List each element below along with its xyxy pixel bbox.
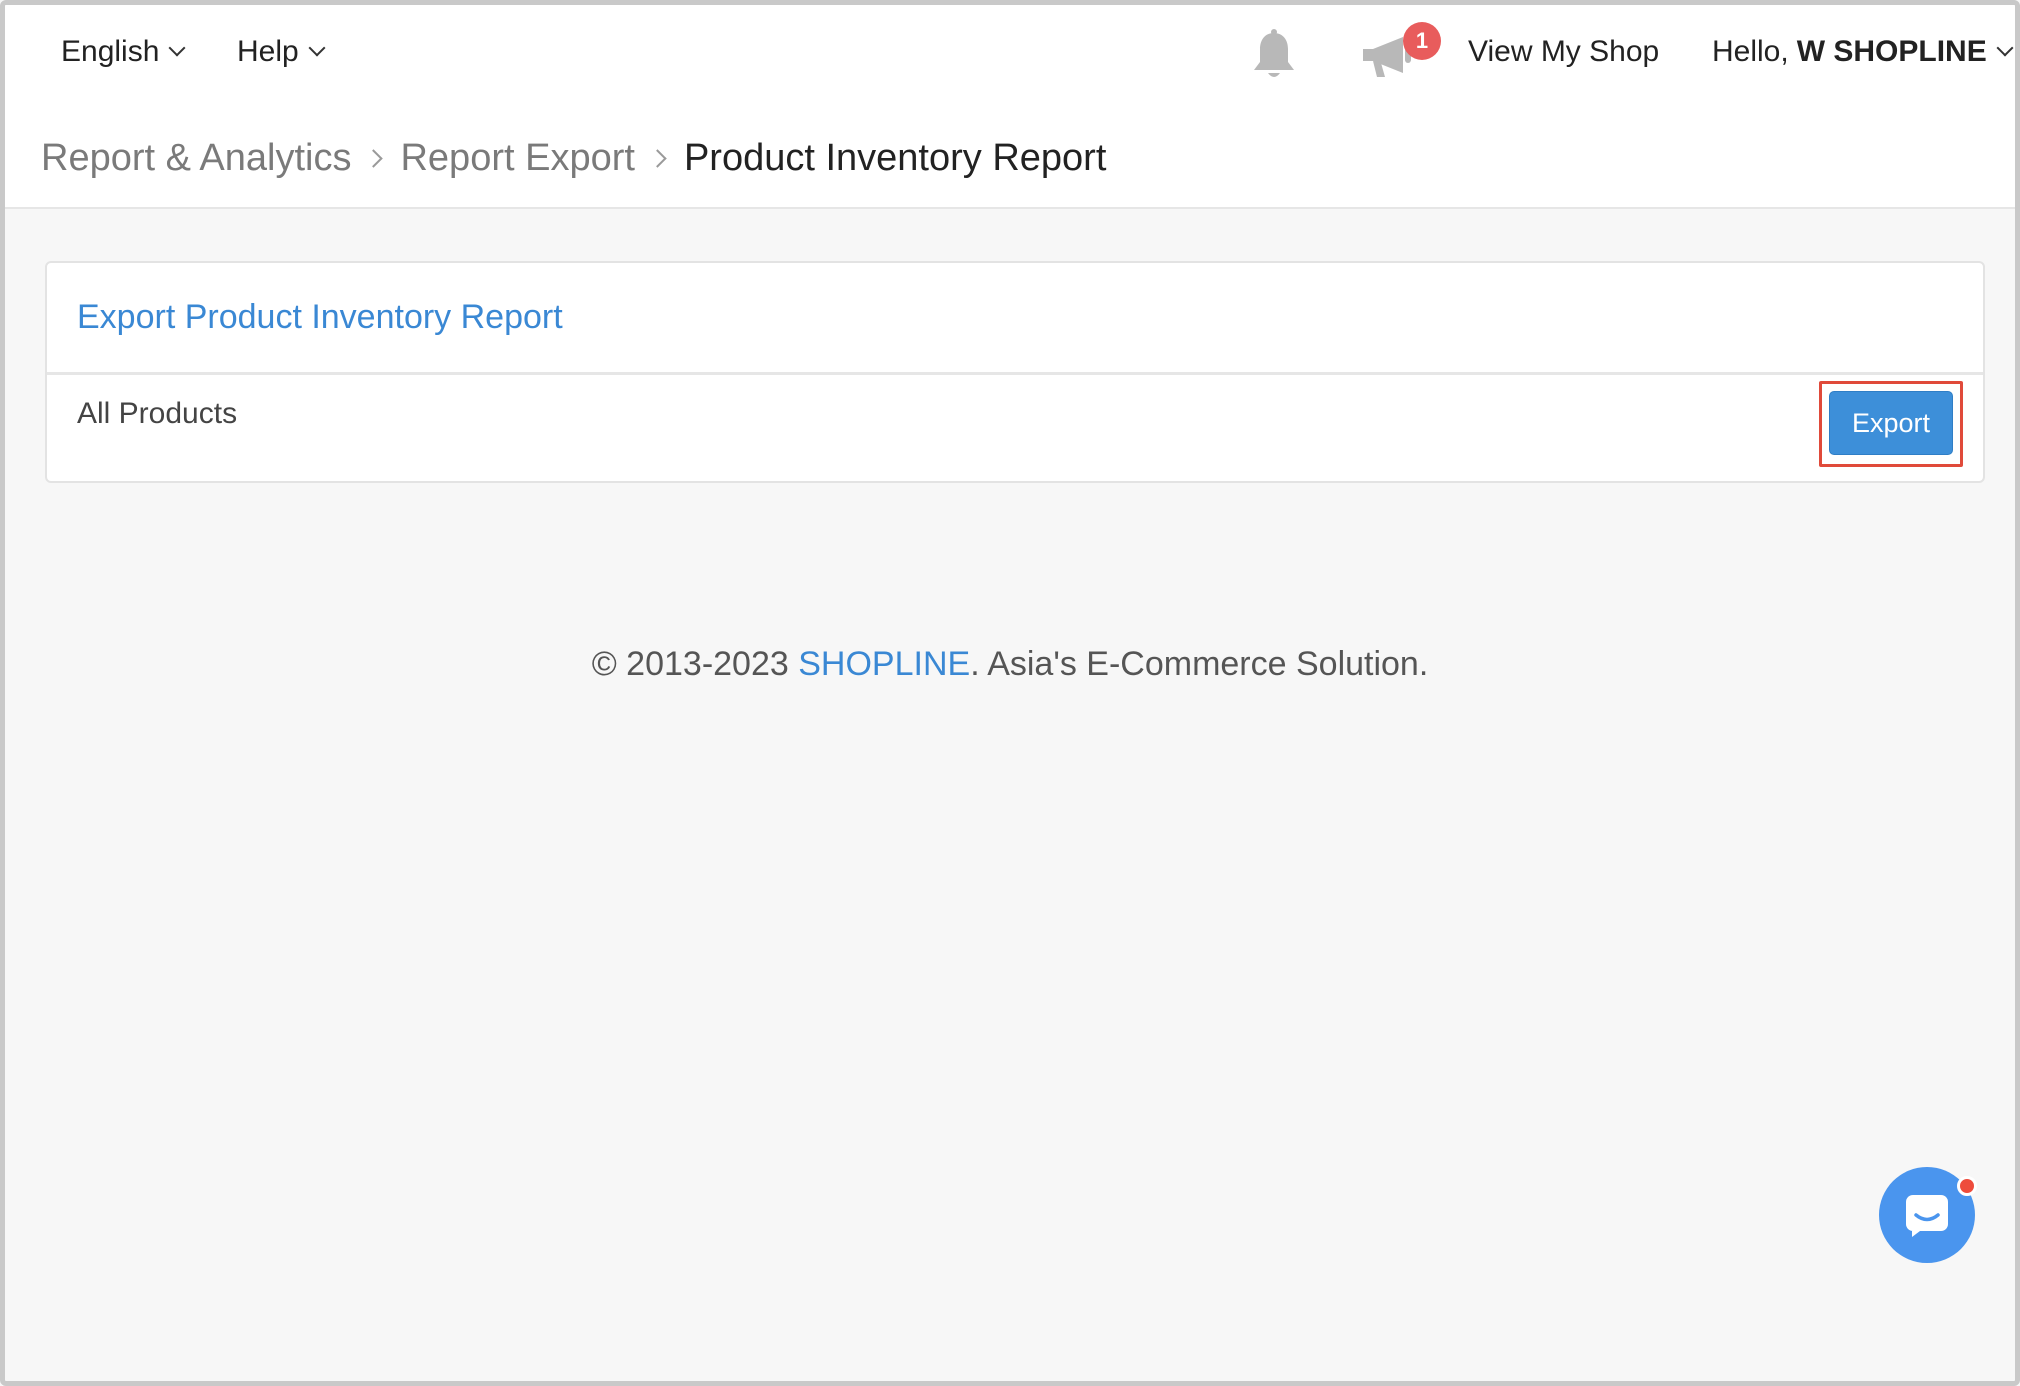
page-footer: © 2013-2023 SHOPLINE. Asia's E-Commerce … [5,645,2015,684]
bell-icon[interactable] [1249,29,1299,83]
notification-badge: 1 [1403,22,1441,60]
copyright-text: © 2013-2023 [591,645,799,683]
panel-body: All Products Export [47,375,1983,481]
breadcrumb-bar: Report & Analytics Report Export Product… [5,103,2015,209]
export-button[interactable]: Export [1829,391,1953,455]
help-label: Help [237,35,299,68]
export-panel: Export Product Inventory Report All Prod… [45,261,1985,483]
chevron-down-icon [308,39,326,57]
export-button-highlight: Export [1819,381,1963,467]
shopline-link[interactable]: SHOPLINE [798,645,970,683]
chat-bubble-icon [1906,1195,1948,1237]
breadcrumb: Report & Analytics Report Export Product… [41,137,1106,180]
breadcrumb-current-page: Product Inventory Report [683,137,1107,179]
all-products-label: All Products [77,397,238,430]
app-window: English Help 1 View My Shop Hello, W SHO… [0,0,2020,1386]
chevron-right-icon [364,149,384,168]
chevron-down-icon [1996,39,2014,57]
breadcrumb-report-export[interactable]: Report Export [400,137,634,180]
chevron-right-icon [648,149,667,168]
user-name: W SHOPLINE [1796,35,1987,68]
panel-title: Export Product Inventory Report [77,298,563,336]
chevron-down-icon [168,39,186,57]
view-my-shop-link[interactable]: View My Shop [1468,35,1659,69]
footer-tagline: . Asia's E-Commerce Solution. [970,645,1429,683]
greeting-text: Hello, [1712,35,1789,68]
language-label: English [61,35,160,68]
user-menu-dropdown[interactable]: Hello, W SHOPLINE [1712,35,2014,69]
chat-unread-dot [1957,1176,1977,1196]
breadcrumb-report-analytics[interactable]: Report & Analytics [41,137,351,180]
language-dropdown[interactable]: English [61,35,186,69]
top-navigation-bar: English Help 1 View My Shop Hello, W SHO… [5,5,2015,103]
help-dropdown[interactable]: Help [237,35,326,69]
panel-header: Export Product Inventory Report [47,263,1983,375]
